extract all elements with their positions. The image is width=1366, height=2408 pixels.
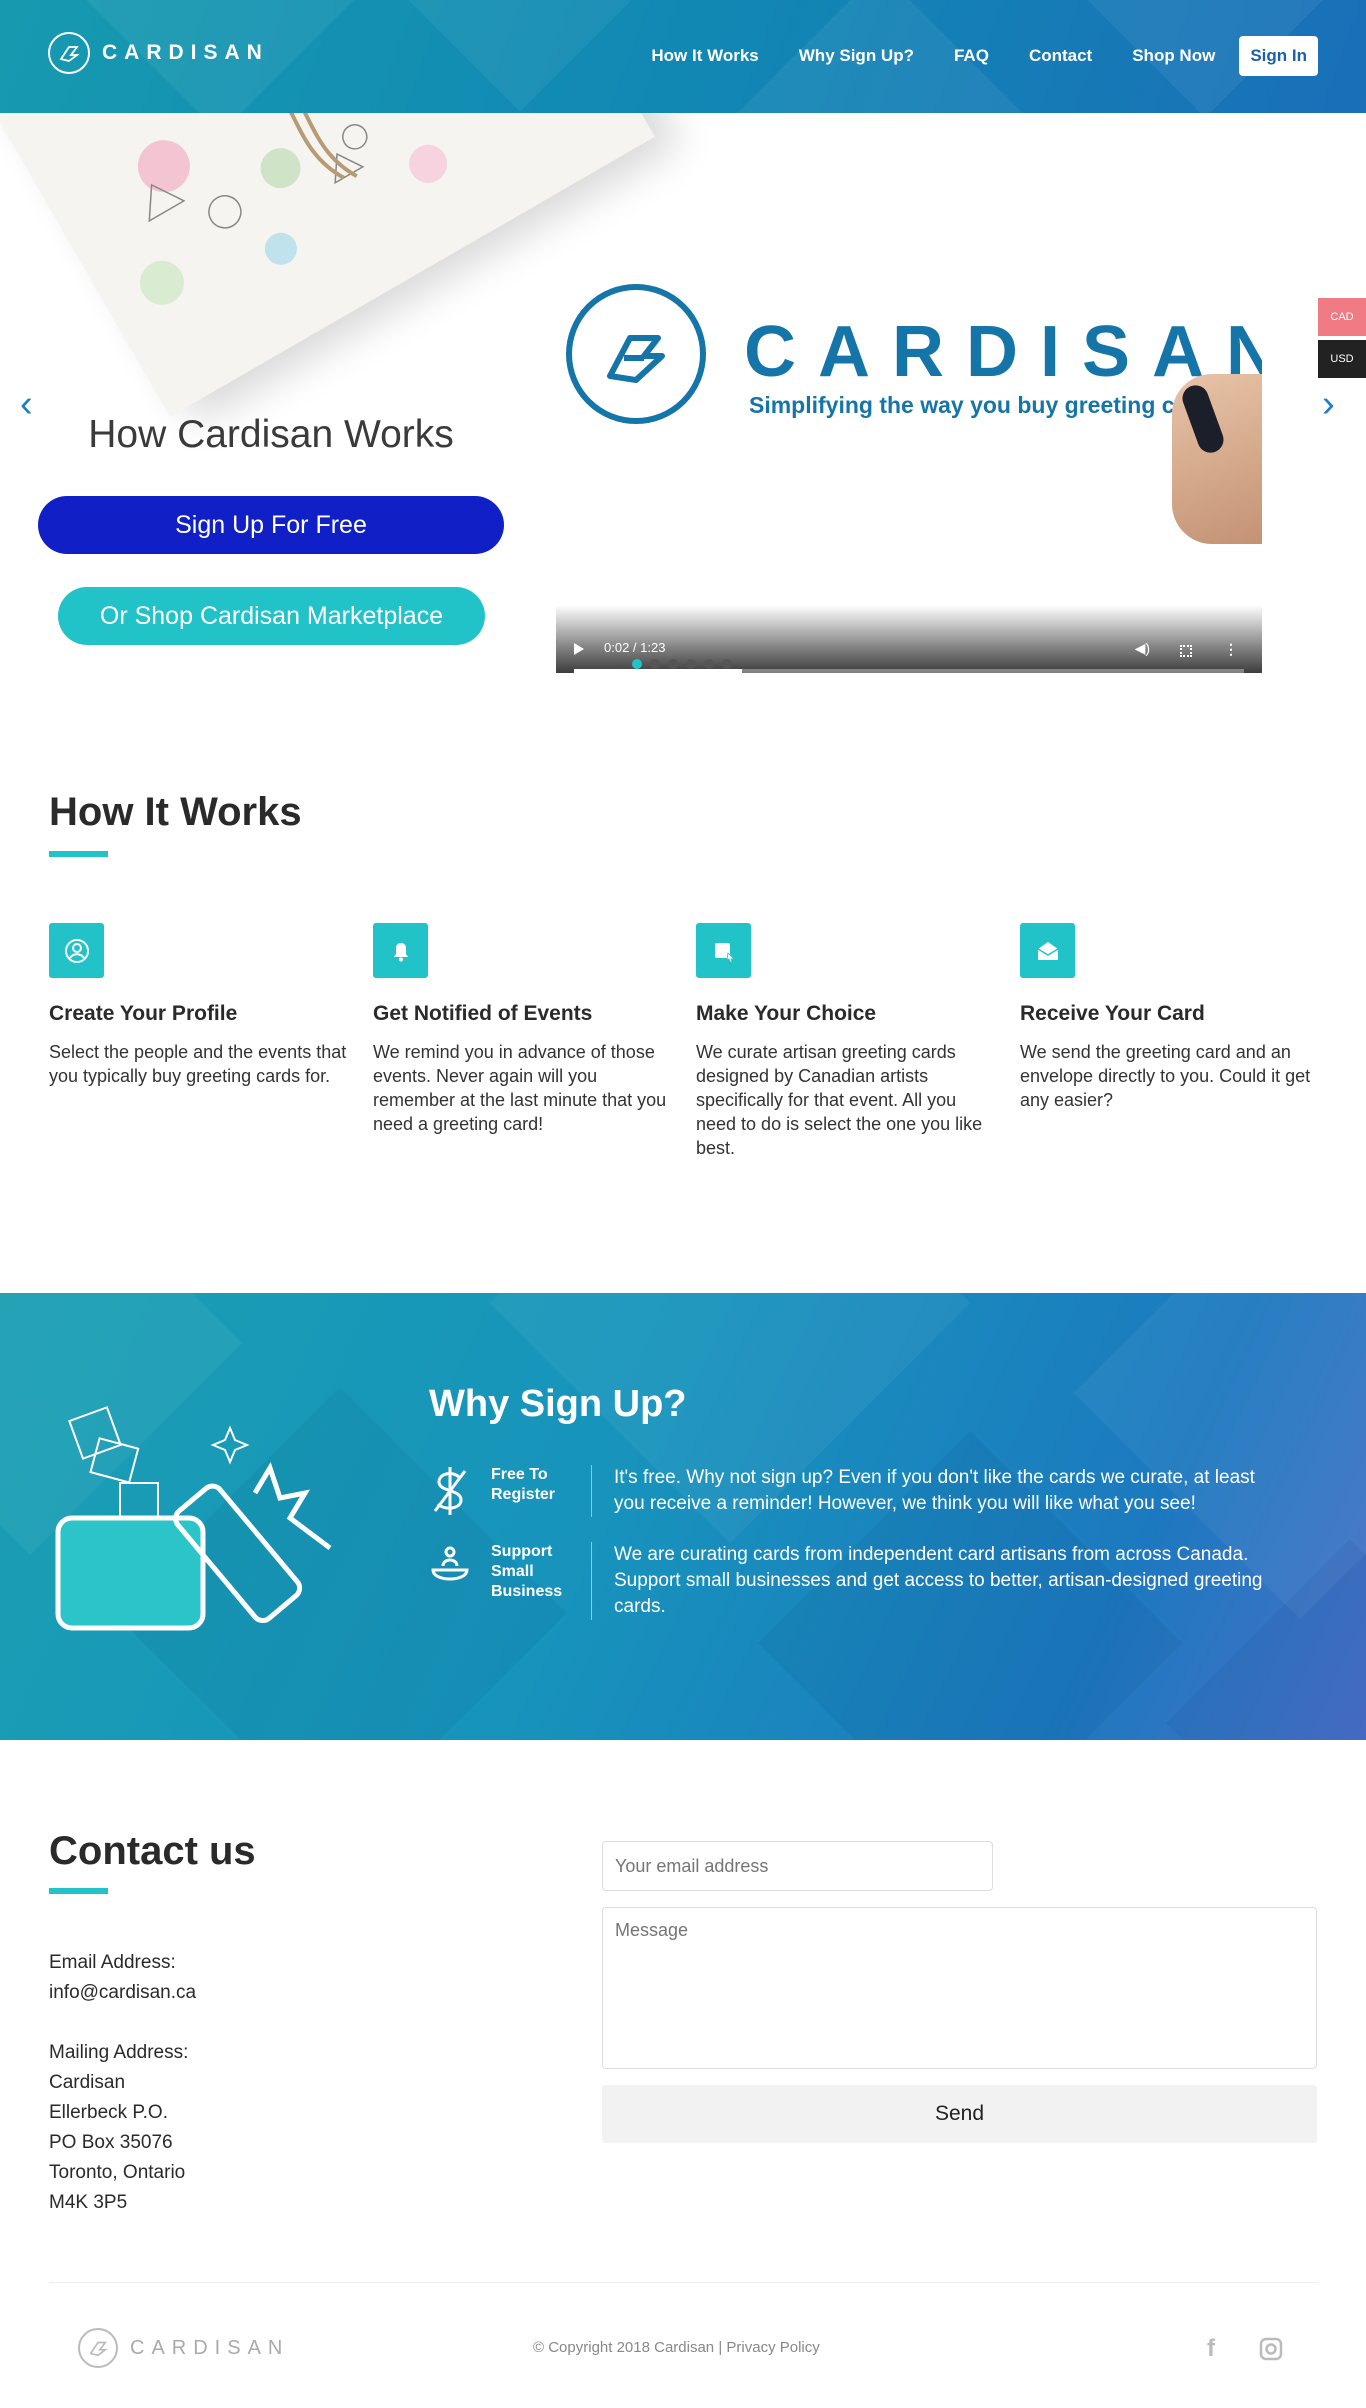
step-title: Create Your Profile [49, 1002, 238, 1025]
slide-dot[interactable] [722, 659, 732, 669]
step-title: Receive Your Card [1020, 1002, 1205, 1025]
fullscreen-icon[interactable] [1180, 645, 1192, 657]
how-it-works-title: How It Works [49, 790, 302, 834]
slide-dot[interactable] [686, 659, 696, 669]
nav-why-sign-up[interactable]: Why Sign Up? [799, 46, 914, 66]
step-receive-card: Receive Your Card We send the greeting c… [1020, 923, 1320, 1112]
sign-in-button[interactable]: Sign In [1239, 36, 1318, 76]
why-label: Free To Register [491, 1466, 556, 1503]
hand-pen-image [1172, 374, 1262, 544]
slide-dot[interactable] [650, 659, 660, 669]
contact-title: Contact us [49, 1829, 256, 1873]
dollar-icon [429, 1465, 471, 1515]
email-address-link[interactable]: info@cardisan.ca [49, 1978, 196, 2008]
title-underline [49, 1888, 108, 1894]
title-underline [49, 851, 108, 857]
prev-slide-icon[interactable]: ‹ [20, 383, 33, 426]
privacy-policy-link[interactable]: Privacy Policy [726, 2339, 819, 2356]
play-icon[interactable] [574, 643, 584, 655]
why-label: Support Small Business [491, 1543, 563, 1600]
footer-logo-text: CARDISAN [130, 2336, 290, 2359]
why-sign-up-section: Why Sign Up? Free To Register It's free.… [0, 1293, 1366, 1740]
bell-icon [373, 923, 428, 978]
step-text: Select the people and the events that yo… [49, 1042, 347, 1086]
slide-indicators [632, 659, 740, 669]
hero-title: How Cardisan Works [88, 413, 454, 456]
why-sign-up-title: Why Sign Up? [429, 1383, 687, 1425]
logo[interactable]: CARDISAN [48, 32, 269, 74]
why-row-free: Free To Register It's free. Why not sign… [429, 1465, 1271, 1517]
address-line: Ellerbeck P.O. [49, 2102, 168, 2123]
step-title: Get Notified of Events [373, 1002, 593, 1025]
step-text: We remind you in advance of those events… [373, 1042, 667, 1134]
volume-icon[interactable]: ◀) [1135, 640, 1150, 657]
next-slide-icon[interactable]: › [1322, 383, 1335, 426]
copyright: © Copyright 2018 Cardisan | Privacy Poli… [533, 2339, 820, 2356]
envelope-icon [1020, 923, 1075, 978]
facebook-icon[interactable]: f [1196, 2334, 1226, 2364]
shop-marketplace-button[interactable]: Or Shop Cardisan Marketplace [58, 587, 485, 645]
address-line: PO Box 35076 [49, 2132, 173, 2153]
why-text: We are curating cards from independent c… [591, 1542, 1271, 1620]
contact-info: Email Address: info@cardisan.ca Mailing … [49, 1948, 196, 2218]
slide-dot[interactable] [632, 659, 642, 669]
gift-box-illustration [50, 1403, 360, 1633]
message-field[interactable] [602, 1907, 1317, 2069]
more-options-icon[interactable]: ⋮ [1224, 641, 1238, 658]
video-logo-icon [566, 284, 706, 424]
video-tagline: Simplifying the way you buy greeting ca [749, 392, 1188, 418]
video-player[interactable]: CARDISAN Simplifying the way you buy gre… [556, 259, 1262, 673]
video-time: 0:02 / 1:23 [604, 640, 666, 655]
sign-up-free-button[interactable]: Sign Up For Free [38, 496, 504, 554]
step-text: We send the greeting card and an envelop… [1020, 1042, 1311, 1110]
profile-icon [49, 923, 104, 978]
footer-logo[interactable]: CARDISAN [78, 2328, 289, 2368]
step-text: We curate artisan greeting cards designe… [696, 1042, 983, 1158]
step-create-profile: Create Your Profile Select the people an… [49, 923, 349, 1088]
step-make-choice: Make Your Choice We curate artisan greet… [696, 923, 996, 1160]
slide-dot[interactable] [704, 659, 714, 669]
slide-dot[interactable] [668, 659, 678, 669]
site-header: CARDISAN How It Works Why Sign Up? FAQ C… [0, 0, 1366, 113]
why-row-support: Support Small Business We are curating c… [429, 1542, 1271, 1620]
main-nav: How It Works Why Sign Up? FAQ Contact Sh… [611, 36, 1318, 76]
support-icon [429, 1542, 471, 1584]
why-text: It's free. Why not sign up? Even if you … [591, 1465, 1271, 1517]
footer-divider [49, 2282, 1317, 2283]
logo-text: CARDISAN [102, 41, 269, 64]
currency-cad-button[interactable]: CAD [1318, 298, 1366, 336]
mail-label: Mailing Address: [49, 2042, 189, 2063]
currency-usd-button[interactable]: USD [1318, 340, 1366, 378]
send-button[interactable]: Send [602, 2085, 1317, 2143]
copyright-text: © Copyright 2018 Cardisan | [533, 2339, 727, 2356]
nav-shop-now[interactable]: Shop Now [1132, 46, 1215, 66]
logo-mark-icon [48, 32, 90, 74]
email-field[interactable] [602, 1841, 993, 1891]
footer-logo-mark-icon [78, 2328, 118, 2368]
video-progress-fill [574, 669, 742, 673]
email-label: Email Address: [49, 1952, 176, 1973]
hero-slider: ‹ › How Cardisan Works Sign Up For Free … [0, 113, 1366, 673]
step-get-notified: Get Notified of Events We remind you in … [373, 923, 673, 1136]
video-brand-text: CARDISAN [744, 312, 1262, 392]
nav-contact[interactable]: Contact [1029, 46, 1092, 66]
address-line: M4K 3P5 [49, 2192, 128, 2213]
card-choice-icon [696, 923, 751, 978]
nav-faq[interactable]: FAQ [954, 46, 989, 66]
video-progress-track[interactable] [574, 669, 1244, 673]
instagram-icon[interactable] [1256, 2334, 1286, 2364]
step-title: Make Your Choice [696, 1002, 877, 1025]
nav-how-it-works[interactable]: How It Works [651, 46, 758, 66]
address-line: Cardisan [49, 2072, 126, 2093]
address-line: Toronto, Ontario [49, 2162, 186, 2183]
